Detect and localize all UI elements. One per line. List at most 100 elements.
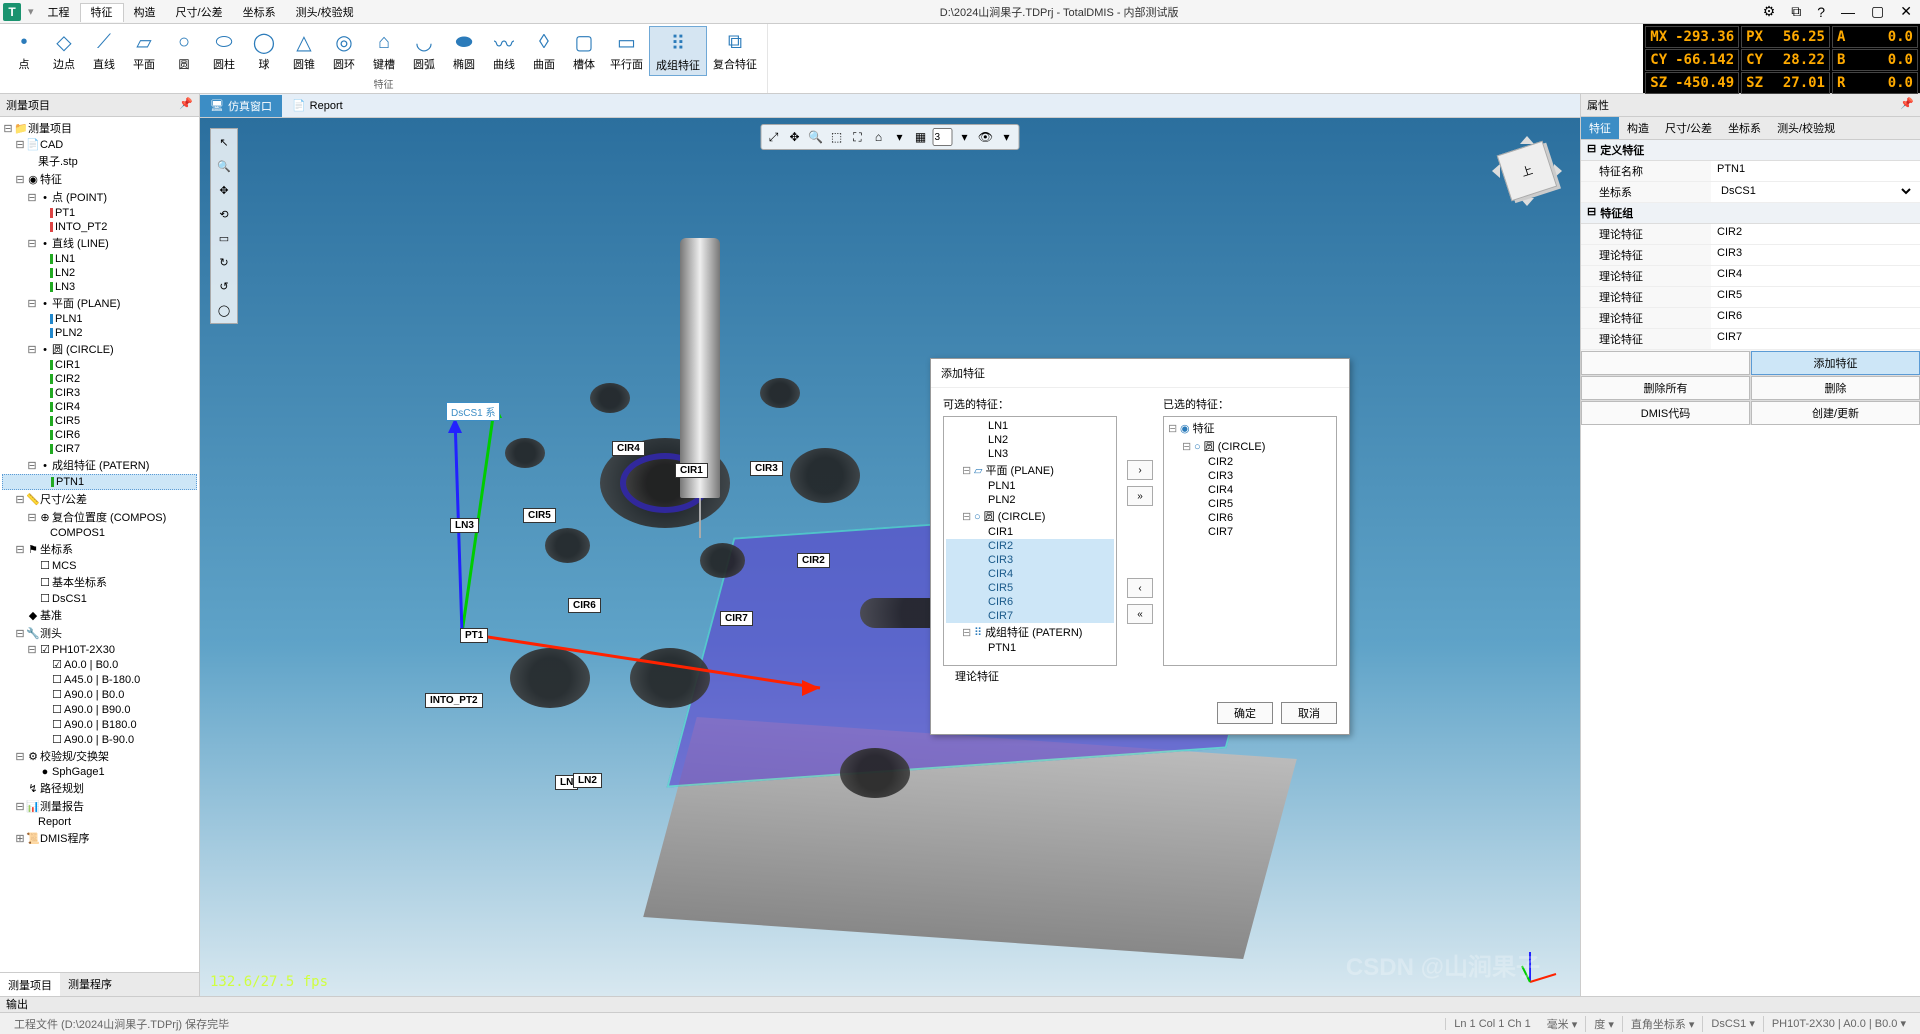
label-CIR2[interactable]: CIR2 (797, 553, 830, 568)
dlg-node-PTN1[interactable]: PTN1 (946, 641, 1114, 655)
tree-COMPOS1[interactable]: COMPOS1 (2, 526, 197, 540)
tree-PLN2[interactable]: PLN2 (2, 326, 197, 340)
dlg-node-CIR1[interactable]: CIR1 (946, 525, 1114, 539)
tree-CIR1[interactable]: CIR1 (2, 358, 197, 372)
zoom-icon[interactable]: 🔍 (213, 155, 235, 177)
tree-LN2[interactable]: LN2 (2, 266, 197, 280)
tool-圆环[interactable]: ◎圆环 (324, 26, 364, 74)
menu-特征[interactable]: 特征 (80, 3, 124, 22)
dlg-node-LN1[interactable]: LN1 (946, 419, 1114, 433)
label-CIR7[interactable]: CIR7 (720, 611, 753, 626)
tree-A90.0 | B-90.0[interactable]: ☐A90.0 | B-90.0 (2, 732, 197, 747)
prop-row-理论特征[interactable]: 理论特征CIR5 (1581, 287, 1920, 308)
tree-PTN1[interactable]: PTN1 (2, 474, 197, 490)
cancel-button[interactable]: 取消 (1281, 702, 1337, 724)
prop-section[interactable]: ⊟定义特征 (1581, 140, 1920, 161)
dlg-node-CIR6[interactable]: CIR6 (946, 595, 1114, 609)
status-度 ▾[interactable]: 度 ▾ (1585, 1016, 1622, 1032)
dlg-node-LN2[interactable]: LN2 (946, 433, 1114, 447)
prop-btn-添加特征[interactable]: 添加特征 (1751, 351, 1920, 375)
lasso-icon[interactable]: ◯ (213, 299, 235, 321)
project-tree[interactable]: ⊟📁测量项目⊟📄CAD果子.stp⊟◉特征⊟•点 (POINT)PT1INTO_… (0, 117, 199, 972)
tool-圆柱[interactable]: ⬭圆柱 (204, 26, 244, 74)
prop-row-理论特征[interactable]: 理论特征CIR6 (1581, 308, 1920, 329)
zoom-window-icon[interactable]: ⬚ (828, 128, 846, 146)
prop-row-理论特征[interactable]: 理论特征CIR7 (1581, 329, 1920, 350)
tree-DsCS1[interactable]: ☐DsCS1 (2, 591, 197, 606)
tool-椭圆[interactable]: ⬬椭圆 (444, 26, 484, 74)
tree-A45.0 | B-180.0[interactable]: ☐A45.0 | B-180.0 (2, 672, 197, 687)
input-count[interactable] (933, 128, 953, 146)
tree-基准[interactable]: ◆基准 (2, 606, 197, 624)
tree-复合位置度 (COMPOS)[interactable]: ⊟⊕复合位置度 (COMPOS) (2, 508, 197, 526)
prop-row-理论特征[interactable]: 理论特征CIR2 (1581, 224, 1920, 245)
dlg-node-CIR5[interactable]: CIR5 (1166, 497, 1334, 511)
dlg-node-圆 (CIRCLE)[interactable]: ⊟○圆 (CIRCLE) (946, 507, 1114, 525)
cursor-icon[interactable]: ↖ (213, 131, 235, 153)
zoom-in-icon[interactable]: 🔍 (807, 128, 825, 146)
tree-路径规划[interactable]: ↯路径规划 (2, 779, 197, 797)
tree-CIR2[interactable]: CIR2 (2, 372, 197, 386)
status-DsCS1 ▾[interactable]: DsCS1 ▾ (1702, 1016, 1762, 1032)
dlg-node-CIR2[interactable]: CIR2 (946, 539, 1114, 553)
prop-tab-特征[interactable]: 特征 (1581, 117, 1619, 139)
tree-DMIS程序[interactable]: ⊞📜DMIS程序 (2, 829, 197, 847)
prop-btn-删除[interactable]: 删除 (1751, 376, 1920, 400)
tool-曲线[interactable]: 〰曲线 (484, 26, 524, 74)
tree-A90.0 | B180.0[interactable]: ☐A90.0 | B180.0 (2, 717, 197, 732)
dlg-node-圆 (CIRCLE)[interactable]: ⊟○圆 (CIRCLE) (1166, 437, 1334, 455)
move-all-right-button[interactable]: » (1127, 486, 1153, 506)
label-CIR5[interactable]: CIR5 (523, 508, 556, 523)
tree-测头[interactable]: ⊟🔧测头 (2, 624, 197, 642)
tool-点[interactable]: •点 (4, 26, 44, 74)
tree-CIR6[interactable]: CIR6 (2, 428, 197, 442)
move-left-button[interactable]: ‹ (1127, 578, 1153, 598)
label-CIR4[interactable]: CIR4 (612, 441, 645, 456)
tree-MCS[interactable]: ☐MCS (2, 558, 197, 573)
pin-icon[interactable]: 📌 (179, 97, 193, 113)
view-tab-仿真窗口[interactable]: 🖥仿真窗口 (200, 95, 282, 117)
label-INTO_PT2[interactable]: INTO_PT2 (425, 693, 483, 708)
tool-平面[interactable]: ▱平面 (124, 26, 164, 74)
tool-曲面[interactable]: ◊曲面 (524, 26, 564, 74)
prop-btn-删除所有[interactable]: 删除所有 (1581, 376, 1750, 400)
dlg-node-CIR7[interactable]: CIR7 (946, 609, 1114, 623)
tree-Report[interactable]: Report (2, 815, 197, 829)
tree-LN1[interactable]: LN1 (2, 252, 197, 266)
zoom-fit-icon[interactable]: ⛶ (849, 128, 867, 146)
settings-icon[interactable]: ⚙ (1755, 0, 1784, 23)
close-icon[interactable]: ✕ (1892, 0, 1920, 23)
tool-键槽[interactable]: ⌂键槽 (364, 26, 404, 74)
tree-平面 (PLANE)[interactable]: ⊟•平面 (PLANE) (2, 294, 197, 312)
prop-tab-测头/校验规[interactable]: 测头/校验规 (1769, 117, 1843, 139)
status-直角坐标系 ▾[interactable]: 直角坐标系 ▾ (1622, 1016, 1703, 1032)
tree-LN3[interactable]: LN3 (2, 280, 197, 294)
left-tab-测量项目[interactable]: 测量项目 (0, 973, 60, 996)
tree-CIR4[interactable]: CIR4 (2, 400, 197, 414)
prop-row-特征名称[interactable]: 特征名称PTN1 (1581, 161, 1920, 182)
tree-点 (POINT)[interactable]: ⊟•点 (POINT) (2, 188, 197, 206)
home-icon[interactable]: ⌂ (870, 128, 888, 146)
label-CIR3[interactable]: CIR3 (750, 461, 783, 476)
ok-button[interactable]: 确定 (1217, 702, 1273, 724)
fit-icon[interactable]: ⤢ (765, 128, 783, 146)
tree-CIR7[interactable]: CIR7 (2, 442, 197, 456)
menu-尺寸/公差[interactable]: 尺寸/公差 (166, 4, 233, 22)
tree-SphGage1[interactable]: ●SphGage1 (2, 765, 197, 779)
prop-tab-坐标系[interactable]: 坐标系 (1720, 117, 1769, 139)
prop-row-坐标系[interactable]: 坐标系DsCS1 (1581, 182, 1920, 203)
tool-圆弧[interactable]: ◡圆弧 (404, 26, 444, 74)
dlg-node-特征[interactable]: ⊟◉特征 (1166, 419, 1334, 437)
tree-测量报告[interactable]: ⊟📊测量报告 (2, 797, 197, 815)
help-icon[interactable]: ? (1809, 1, 1833, 23)
tree-成组特征 (PATERN)[interactable]: ⊟•成组特征 (PATERN) (2, 456, 197, 474)
prop-btn-DMIS代码[interactable]: DMIS代码 (1581, 401, 1750, 425)
move-right-button[interactable]: › (1127, 460, 1153, 480)
dlg-node-CIR2[interactable]: CIR2 (1166, 455, 1334, 469)
tree-CIR3[interactable]: CIR3 (2, 386, 197, 400)
dlg-node-CIR3[interactable]: CIR3 (946, 553, 1114, 567)
menu-测头/校验规[interactable]: 测头/校验规 (286, 4, 364, 22)
redo-icon[interactable]: ↻ (213, 251, 235, 273)
left-tab-测量程序[interactable]: 测量程序 (60, 973, 120, 996)
pan-icon[interactable]: ✥ (213, 179, 235, 201)
